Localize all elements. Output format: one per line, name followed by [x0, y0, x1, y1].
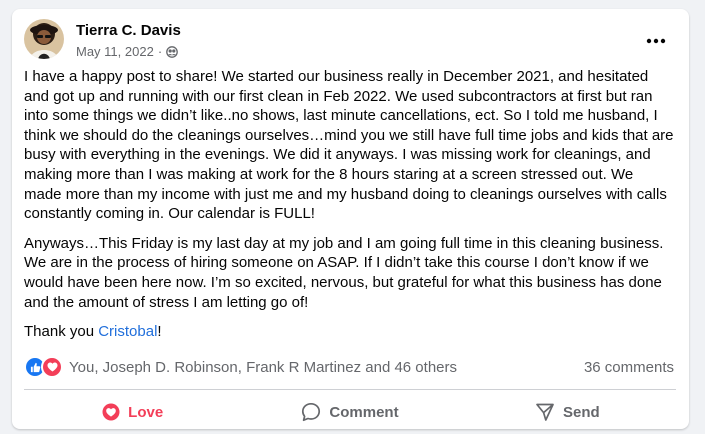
post-card: Tierra C. Davis May 11, 2022 · I have a …	[12, 9, 689, 429]
comment-button[interactable]: Comment	[241, 395, 458, 429]
reactions-bar: You, Joseph D. Robinson, Frank R Martine…	[24, 356, 674, 378]
love-label: Love	[128, 403, 164, 421]
love-button[interactable]: Love	[24, 395, 241, 429]
thanks-line: Thank you Cristobal!	[24, 322, 674, 342]
comment-icon	[301, 402, 321, 422]
meta-separator: ·	[157, 44, 163, 59]
post-meta: May 11, 2022 ·	[76, 44, 179, 60]
post-paragraph: Anyways…This Friday is my last day at my…	[24, 234, 664, 311]
reaction-icons[interactable]	[24, 356, 63, 378]
post-date[interactable]: May 11, 2022	[76, 44, 154, 60]
audience-icon[interactable]	[166, 46, 179, 58]
divider	[24, 389, 676, 390]
send-button[interactable]: Send	[459, 395, 676, 429]
action-bar: Love Comment Send	[24, 395, 676, 429]
love-reaction-icon	[102, 403, 120, 421]
avatar[interactable]	[24, 19, 64, 59]
thanks-suffix: !	[157, 323, 162, 341]
post-paragraph: I have a happy post to share! We started…	[24, 68, 674, 223]
send-label: Send	[562, 403, 600, 421]
reaction-summary[interactable]: You, Joseph D. Robinson, Frank R Martine…	[69, 359, 457, 376]
thanks-prefix: Thank you	[24, 323, 99, 341]
mention-link[interactable]: Cristobal	[98, 323, 157, 340]
ellipsis-icon	[646, 38, 666, 44]
post-header: Tierra C. Davis May 11, 2022 ·	[24, 19, 674, 61]
comments-count[interactable]: 36 comments	[584, 359, 674, 376]
comment-label: Comment	[329, 403, 399, 421]
send-icon	[535, 402, 555, 422]
author-name[interactable]: Tierra C. Davis	[76, 22, 181, 40]
more-options-button[interactable]	[638, 23, 674, 59]
post-body: I have a happy post to share! We started…	[24, 67, 674, 352]
love-icon	[41, 356, 63, 378]
